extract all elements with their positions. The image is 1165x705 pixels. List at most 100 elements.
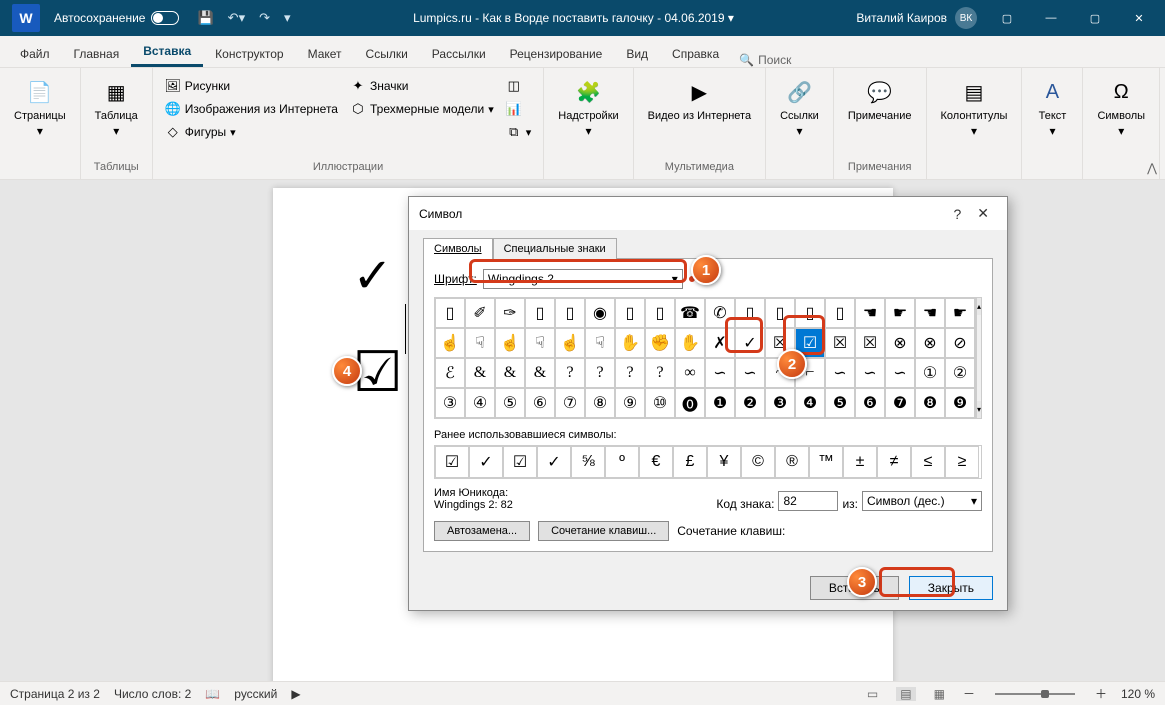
symbol-cell[interactable]: ▯: [735, 298, 765, 328]
symbol-cell[interactable]: ❷: [735, 388, 765, 418]
grid-scrollbar[interactable]: ▴▾: [976, 297, 982, 419]
zoom-out-icon[interactable]: －: [963, 685, 975, 702]
recent-symbol-cell[interactable]: ☑: [435, 446, 469, 478]
tab-home[interactable]: Главная: [62, 41, 132, 67]
symbol-cell[interactable]: ❹: [795, 388, 825, 418]
smartart-button[interactable]: ◫: [502, 76, 536, 96]
table-button[interactable]: ▦Таблица▾: [89, 72, 144, 142]
tab-view[interactable]: Вид: [614, 41, 660, 67]
symbol-cell[interactable]: ▯: [645, 298, 675, 328]
redo-icon[interactable]: ↷: [259, 10, 270, 26]
symbol-cell[interactable]: ☚: [915, 298, 945, 328]
symbol-cell[interactable]: ∽: [705, 358, 735, 388]
symbol-cell[interactable]: ✋: [615, 328, 645, 358]
tab-special-chars[interactable]: Специальные знаки: [493, 238, 617, 259]
recent-symbol-cell[interactable]: ≤: [911, 446, 945, 478]
user-area[interactable]: Виталий Каиров ВК: [856, 7, 977, 29]
recent-symbol-cell[interactable]: ©: [741, 446, 775, 478]
symbol-cell[interactable]: ✓: [735, 328, 765, 358]
autocorrect-button[interactable]: Автозамена...: [434, 521, 530, 541]
3d-models-button[interactable]: ⬡Трехмерные модели▾: [346, 99, 498, 119]
symbol-cell[interactable]: ∽: [825, 358, 855, 388]
symbol-cell[interactable]: ☟: [465, 328, 495, 358]
symbol-cell[interactable]: ❾: [945, 388, 975, 418]
symbol-cell[interactable]: ▯: [765, 298, 795, 328]
symbol-cell[interactable]: ☝: [495, 328, 525, 358]
symbol-cell[interactable]: ⑤: [495, 388, 525, 418]
collapse-ribbon-icon[interactable]: ⋀: [1147, 161, 1157, 175]
recent-symbol-cell[interactable]: ®: [775, 446, 809, 478]
recent-symbol-cell[interactable]: £: [673, 446, 707, 478]
symbol-cell[interactable]: ∽: [885, 358, 915, 388]
symbol-cell[interactable]: ✊: [645, 328, 675, 358]
symbol-cell[interactable]: ❸: [765, 388, 795, 418]
symbol-cell[interactable]: ❻: [855, 388, 885, 418]
print-layout-icon[interactable]: ▤: [896, 687, 915, 701]
recent-symbol-cell[interactable]: º: [605, 446, 639, 478]
help-icon[interactable]: ?: [945, 204, 969, 224]
symbol-cell[interactable]: ⊗: [915, 328, 945, 358]
symbol-cell[interactable]: ⑥: [525, 388, 555, 418]
ribbon-options-icon[interactable]: ▢: [985, 0, 1029, 36]
scroll-up-icon[interactable]: ▴: [977, 298, 981, 315]
symbol-cell[interactable]: ⑩: [645, 388, 675, 418]
close-icon[interactable]: ✕: [1117, 0, 1161, 36]
symbol-cell[interactable]: ❶: [705, 388, 735, 418]
symbol-cell[interactable]: ▯: [795, 298, 825, 328]
tab-design[interactable]: Конструктор: [203, 41, 295, 67]
recent-symbol-cell[interactable]: ⅝: [571, 446, 605, 478]
pictures-button[interactable]: 🖼Рисунки: [161, 76, 342, 96]
save-icon[interactable]: 💾: [197, 10, 213, 26]
symbol-cell[interactable]: ▯: [615, 298, 645, 328]
symbol-cell[interactable]: ③: [435, 388, 465, 418]
chart-button[interactable]: 📊: [502, 99, 536, 119]
symbol-cell[interactable]: ▯: [435, 298, 465, 328]
tab-references[interactable]: Ссылки: [354, 41, 420, 67]
symbol-cell[interactable]: ④: [465, 388, 495, 418]
online-video-button[interactable]: ▶Видео из Интернета: [642, 72, 757, 126]
header-footer-button[interactable]: ▤Колонтитулы▾: [935, 72, 1014, 142]
symbol-cell[interactable]: ?: [555, 358, 585, 388]
symbol-cell[interactable]: ∞: [675, 358, 705, 388]
shapes-button[interactable]: ◇Фигуры▾: [161, 122, 342, 142]
symbol-cell[interactable]: ⑧: [585, 388, 615, 418]
symbol-cell[interactable]: ▯: [525, 298, 555, 328]
symbol-cell[interactable]: &: [465, 358, 495, 388]
dialog-close-icon[interactable]: ✕: [969, 203, 997, 224]
recent-symbol-cell[interactable]: €: [639, 446, 673, 478]
symbol-cell[interactable]: ⊗: [885, 328, 915, 358]
symbol-cell[interactable]: ?: [645, 358, 675, 388]
font-select[interactable]: Wingdings 2▾: [483, 269, 683, 289]
symbol-cell[interactable]: &: [495, 358, 525, 388]
zoom-in-icon[interactable]: ＋: [1095, 685, 1107, 702]
screenshot-button[interactable]: ⧉▾: [502, 122, 536, 142]
word-count[interactable]: Число слов: 2: [114, 687, 191, 701]
online-pictures-button[interactable]: 🌐Изображения из Интернета: [161, 99, 342, 119]
symbol-cell[interactable]: ☛: [945, 298, 975, 328]
symbol-cell[interactable]: ✆: [705, 298, 735, 328]
symbol-cell[interactable]: ℰ: [435, 358, 465, 388]
symbol-cell[interactable]: ⑦: [555, 388, 585, 418]
symbol-cell[interactable]: ☝: [435, 328, 465, 358]
symbol-cell[interactable]: ?: [585, 358, 615, 388]
tab-help[interactable]: Справка: [660, 41, 731, 67]
undo-icon[interactable]: ↶▾: [228, 10, 245, 26]
symbol-cell[interactable]: ◉: [585, 298, 615, 328]
icons-button[interactable]: ✦Значки: [346, 76, 498, 96]
tab-layout[interactable]: Макет: [296, 41, 354, 67]
language-status[interactable]: русский: [234, 687, 277, 701]
symbol-cell[interactable]: ❽: [915, 388, 945, 418]
read-mode-icon[interactable]: ▭: [863, 687, 882, 701]
recent-symbol-cell[interactable]: ™: [809, 446, 843, 478]
symbol-cell[interactable]: ▯: [825, 298, 855, 328]
symbol-cell[interactable]: ?: [615, 358, 645, 388]
symbol-cell[interactable]: ☟: [585, 328, 615, 358]
zoom-level[interactable]: 120 %: [1121, 687, 1155, 701]
symbol-cell[interactable]: ☝: [555, 328, 585, 358]
symbol-cell[interactable]: ☒: [855, 328, 885, 358]
symbol-cell[interactable]: ∽: [735, 358, 765, 388]
recent-symbol-cell[interactable]: ≥: [945, 446, 979, 478]
tab-insert[interactable]: Вставка: [131, 38, 203, 67]
links-button[interactable]: 🔗Ссылки▾: [774, 72, 825, 142]
symbol-cell[interactable]: ①: [915, 358, 945, 388]
